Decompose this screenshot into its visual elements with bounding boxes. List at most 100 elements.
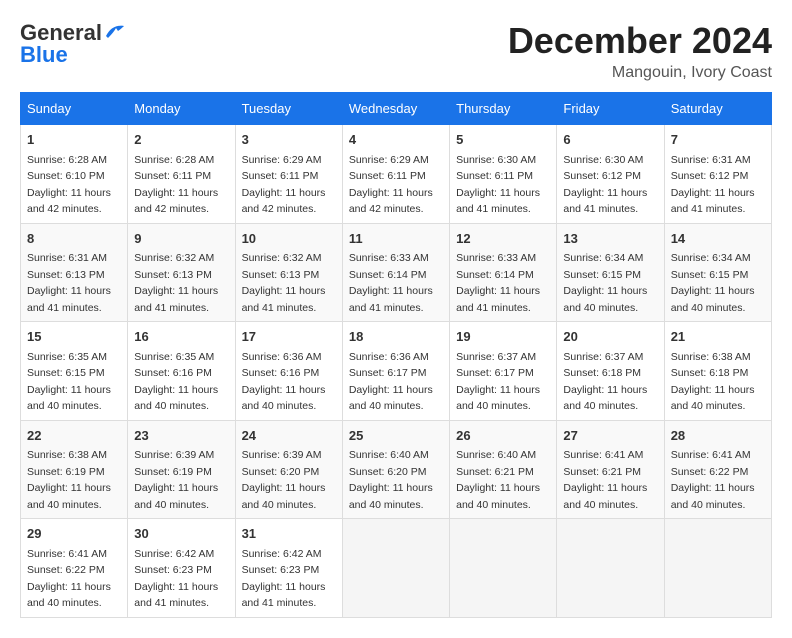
day-info: Sunrise: 6:38 AMSunset: 6:18 PMDaylight:… <box>671 351 755 413</box>
calendar-cell: 7 Sunrise: 6:31 AMSunset: 6:12 PMDaylight… <box>664 125 771 224</box>
day-number: 23 <box>134 426 228 446</box>
day-number: 27 <box>563 426 657 446</box>
calendar-table: SundayMondayTuesdayWednesdayThursdayFrid… <box>20 92 772 618</box>
day-info: Sunrise: 6:41 AMSunset: 6:22 PMDaylight:… <box>27 548 111 610</box>
calendar-cell: 2 Sunrise: 6:28 AMSunset: 6:11 PMDaylight… <box>128 125 235 224</box>
day-info: Sunrise: 6:41 AMSunset: 6:21 PMDaylight:… <box>563 449 647 511</box>
day-info: Sunrise: 6:42 AMSunset: 6:23 PMDaylight:… <box>134 548 218 610</box>
day-info: Sunrise: 6:37 AMSunset: 6:18 PMDaylight:… <box>563 351 647 413</box>
calendar-week-row: 8 Sunrise: 6:31 AMSunset: 6:13 PMDaylight… <box>21 223 772 322</box>
day-info: Sunrise: 6:40 AMSunset: 6:20 PMDaylight:… <box>349 449 433 511</box>
calendar-cell <box>342 519 449 618</box>
page-header: General Blue December 2024 Mangouin, Ivo… <box>20 20 772 82</box>
weekday-header-monday: Monday <box>128 93 235 125</box>
calendar-cell: 10 Sunrise: 6:32 AMSunset: 6:13 PMDayligh… <box>235 223 342 322</box>
calendar-cell: 27 Sunrise: 6:41 AMSunset: 6:21 PMDayligh… <box>557 420 664 519</box>
weekday-header-saturday: Saturday <box>664 93 771 125</box>
weekday-header-sunday: Sunday <box>21 93 128 125</box>
day-info: Sunrise: 6:30 AMSunset: 6:12 PMDaylight:… <box>563 154 647 216</box>
day-number: 30 <box>134 524 228 544</box>
day-info: Sunrise: 6:34 AMSunset: 6:15 PMDaylight:… <box>671 252 755 314</box>
calendar-cell: 29 Sunrise: 6:41 AMSunset: 6:22 PMDayligh… <box>21 519 128 618</box>
logo-bird-icon <box>104 22 126 40</box>
day-info: Sunrise: 6:34 AMSunset: 6:15 PMDaylight:… <box>563 252 647 314</box>
day-info: Sunrise: 6:36 AMSunset: 6:16 PMDaylight:… <box>242 351 326 413</box>
title-section: December 2024 Mangouin, Ivory Coast <box>508 20 772 82</box>
calendar-cell: 9Sunrise: 6:32 AMSunset: 6:13 PMDaylight… <box>128 223 235 322</box>
logo: General Blue <box>20 20 126 68</box>
day-number: 25 <box>349 426 443 446</box>
day-number: 3 <box>242 130 336 150</box>
month-title: December 2024 <box>508 20 772 62</box>
calendar-week-row: 22 Sunrise: 6:38 AMSunset: 6:19 PMDayligh… <box>21 420 772 519</box>
calendar-cell: 16 Sunrise: 6:35 AMSunset: 6:16 PMDayligh… <box>128 322 235 421</box>
calendar-cell: 24 Sunrise: 6:39 AMSunset: 6:20 PMDayligh… <box>235 420 342 519</box>
calendar-cell: 21 Sunrise: 6:38 AMSunset: 6:18 PMDayligh… <box>664 322 771 421</box>
day-number: 14 <box>671 229 765 249</box>
day-number: 21 <box>671 327 765 347</box>
day-number: 11 <box>349 229 443 249</box>
day-info: Sunrise: 6:40 AMSunset: 6:21 PMDaylight:… <box>456 449 540 511</box>
calendar-cell: 17 Sunrise: 6:36 AMSunset: 6:16 PMDayligh… <box>235 322 342 421</box>
day-info: Sunrise: 6:28 AMSunset: 6:10 PMDaylight:… <box>27 154 111 216</box>
calendar-cell: 18 Sunrise: 6:36 AMSunset: 6:17 PMDayligh… <box>342 322 449 421</box>
calendar-cell: 14 Sunrise: 6:34 AMSunset: 6:15 PMDayligh… <box>664 223 771 322</box>
calendar-header-row: SundayMondayTuesdayWednesdayThursdayFrid… <box>21 93 772 125</box>
calendar-cell: 13 Sunrise: 6:34 AMSunset: 6:15 PMDayligh… <box>557 223 664 322</box>
calendar-cell <box>664 519 771 618</box>
calendar-cell: 1 Sunrise: 6:28 AMSunset: 6:10 PMDaylight… <box>21 125 128 224</box>
day-info: Sunrise: 6:35 AMSunset: 6:15 PMDaylight:… <box>27 351 111 413</box>
weekday-header-friday: Friday <box>557 93 664 125</box>
calendar-cell: 4Sunrise: 6:29 AMSunset: 6:11 PMDaylight… <box>342 125 449 224</box>
weekday-header-thursday: Thursday <box>450 93 557 125</box>
day-info: Sunrise: 6:38 AMSunset: 6:19 PMDaylight:… <box>27 449 111 511</box>
calendar-cell <box>450 519 557 618</box>
day-info: Sunrise: 6:28 AMSunset: 6:11 PMDaylight:… <box>134 154 218 216</box>
day-info: Sunrise: 6:32 AMSunset: 6:13 PMDaylight:… <box>134 252 218 314</box>
day-number: 29 <box>27 524 121 544</box>
day-number: 12 <box>456 229 550 249</box>
day-number: 1 <box>27 130 121 150</box>
day-info: Sunrise: 6:29 AMSunset: 6:11 PMDaylight:… <box>349 154 433 216</box>
logo-blue: Blue <box>20 42 68 68</box>
day-number: 6 <box>563 130 657 150</box>
day-number: 24 <box>242 426 336 446</box>
day-info: Sunrise: 6:35 AMSunset: 6:16 PMDaylight:… <box>134 351 218 413</box>
day-info: Sunrise: 6:32 AMSunset: 6:13 PMDaylight:… <box>242 252 326 314</box>
calendar-cell: 6 Sunrise: 6:30 AMSunset: 6:12 PMDaylight… <box>557 125 664 224</box>
day-info: Sunrise: 6:31 AMSunset: 6:13 PMDaylight:… <box>27 252 111 314</box>
day-number: 22 <box>27 426 121 446</box>
day-number: 28 <box>671 426 765 446</box>
day-number: 10 <box>242 229 336 249</box>
day-info: Sunrise: 6:31 AMSunset: 6:12 PMDaylight:… <box>671 154 755 216</box>
day-number: 13 <box>563 229 657 249</box>
day-info: Sunrise: 6:30 AMSunset: 6:11 PMDaylight:… <box>456 154 540 216</box>
day-info: Sunrise: 6:37 AMSunset: 6:17 PMDaylight:… <box>456 351 540 413</box>
day-number: 17 <box>242 327 336 347</box>
calendar-cell: 30 Sunrise: 6:42 AMSunset: 6:23 PMDayligh… <box>128 519 235 618</box>
day-number: 31 <box>242 524 336 544</box>
day-info: Sunrise: 6:36 AMSunset: 6:17 PMDaylight:… <box>349 351 433 413</box>
day-number: 8 <box>27 229 121 249</box>
calendar-week-row: 15 Sunrise: 6:35 AMSunset: 6:15 PMDayligh… <box>21 322 772 421</box>
calendar-cell: 26 Sunrise: 6:40 AMSunset: 6:21 PMDayligh… <box>450 420 557 519</box>
day-info: Sunrise: 6:42 AMSunset: 6:23 PMDaylight:… <box>242 548 326 610</box>
day-number: 7 <box>671 130 765 150</box>
calendar-cell: 11Sunrise: 6:33 AMSunset: 6:14 PMDayligh… <box>342 223 449 322</box>
weekday-header-wednesday: Wednesday <box>342 93 449 125</box>
day-info: Sunrise: 6:33 AMSunset: 6:14 PMDaylight:… <box>456 252 540 314</box>
calendar-cell: 19 Sunrise: 6:37 AMSunset: 6:17 PMDayligh… <box>450 322 557 421</box>
day-info: Sunrise: 6:39 AMSunset: 6:20 PMDaylight:… <box>242 449 326 511</box>
calendar-cell <box>557 519 664 618</box>
calendar-week-row: 29 Sunrise: 6:41 AMSunset: 6:22 PMDayligh… <box>21 519 772 618</box>
day-number: 19 <box>456 327 550 347</box>
day-number: 15 <box>27 327 121 347</box>
day-number: 2 <box>134 130 228 150</box>
day-number: 26 <box>456 426 550 446</box>
calendar-cell: 5Sunrise: 6:30 AMSunset: 6:11 PMDaylight… <box>450 125 557 224</box>
day-number: 16 <box>134 327 228 347</box>
day-number: 18 <box>349 327 443 347</box>
calendar-cell: 23Sunrise: 6:39 AMSunset: 6:19 PMDayligh… <box>128 420 235 519</box>
calendar-cell: 22 Sunrise: 6:38 AMSunset: 6:19 PMDayligh… <box>21 420 128 519</box>
day-info: Sunrise: 6:41 AMSunset: 6:22 PMDaylight:… <box>671 449 755 511</box>
